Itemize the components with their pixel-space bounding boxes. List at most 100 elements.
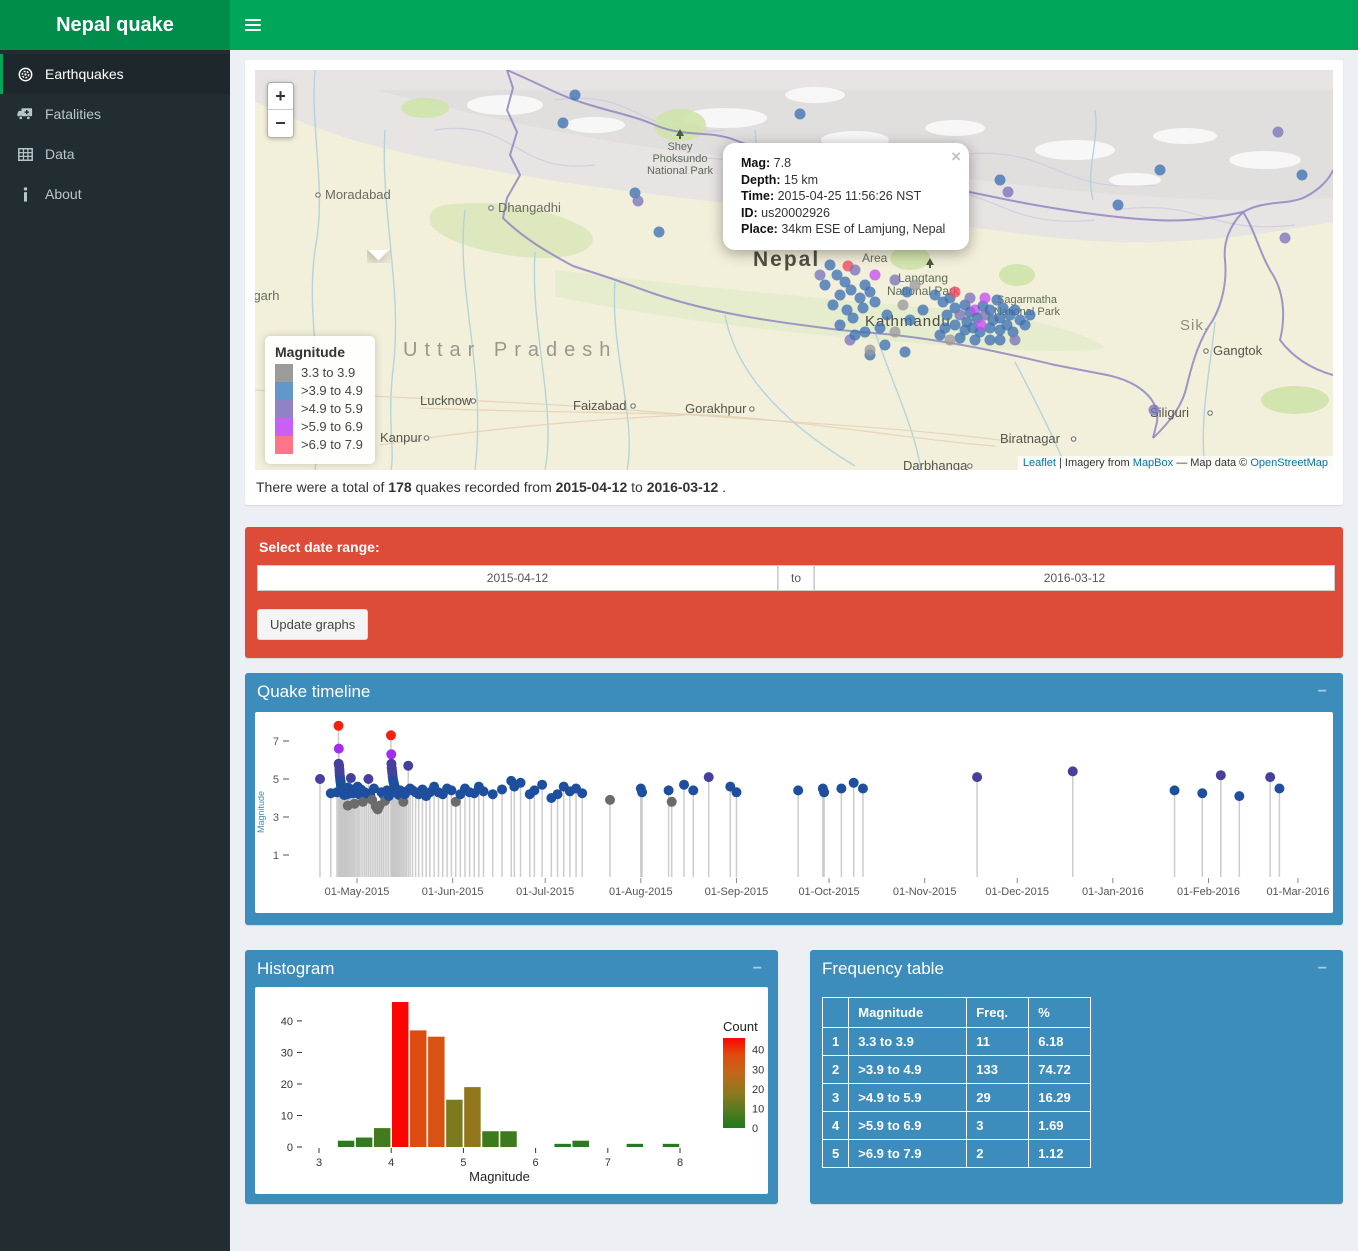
- map-label: Gangtok: [1213, 343, 1263, 358]
- quake-dot[interactable]: [850, 330, 861, 341]
- quake-dot[interactable]: [633, 196, 644, 207]
- quake-dot[interactable]: [995, 335, 1006, 346]
- quake-dot[interactable]: [850, 265, 861, 276]
- quake-dot[interactable]: [980, 293, 991, 304]
- magnitude-legend: Magnitude 3.3 to 3.9>3.9 to 4.9>4.9 to 5…: [265, 336, 375, 464]
- quake-dot[interactable]: [815, 270, 826, 281]
- quake-dot[interactable]: [995, 325, 1006, 336]
- quake-dot[interactable]: [918, 305, 929, 316]
- map-label: Phoksundo: [652, 153, 707, 165]
- quake-dot[interactable]: [820, 280, 831, 291]
- quake-dot[interactable]: [985, 335, 996, 346]
- map-panel: MoradabadDhangadhiAligarhSheyPhoksundoNa…: [245, 60, 1343, 505]
- quake-dot[interactable]: [865, 345, 876, 356]
- sidebar-item-about[interactable]: About: [0, 174, 230, 214]
- svg-text:30: 30: [281, 1047, 293, 1059]
- quake-dot[interactable]: [835, 290, 846, 301]
- quake-dot[interactable]: [1113, 200, 1124, 211]
- quake-dot[interactable]: [795, 109, 806, 120]
- quake-dot[interactable]: [1010, 305, 1021, 316]
- sidebar-item-data[interactable]: Data: [0, 134, 230, 174]
- quake-count-caption: There were a total of 178 quakes recorde…: [255, 479, 1333, 495]
- quake-dot[interactable]: [1020, 320, 1031, 331]
- svg-text:01-Jun-2015: 01-Jun-2015: [422, 886, 484, 898]
- end-date-input[interactable]: [814, 565, 1335, 591]
- quake-dot[interactable]: [882, 310, 893, 321]
- zoom-out-button[interactable]: −: [268, 110, 293, 137]
- quake-dot[interactable]: [570, 90, 581, 101]
- sidebar-toggle-icon[interactable]: [230, 0, 275, 50]
- sidebar-item-earthquakes[interactable]: Earthquakes: [0, 54, 230, 94]
- quake-dot[interactable]: [935, 330, 946, 341]
- quake-dot[interactable]: [955, 333, 966, 344]
- legend-swatch: [275, 436, 293, 454]
- attribution-link[interactable]: OpenStreetMap: [1250, 457, 1328, 469]
- timeline-collapse-icon[interactable]: −: [1314, 683, 1331, 701]
- quake-dot[interactable]: [870, 297, 881, 308]
- svg-text:0: 0: [287, 1142, 293, 1154]
- attribution-link[interactable]: Leaflet: [1023, 457, 1056, 469]
- sidebar-item-fatalities[interactable]: Fatalities: [0, 94, 230, 134]
- quake-dot[interactable]: [828, 300, 839, 311]
- quake-dot[interactable]: [985, 305, 996, 316]
- map-canvas[interactable]: MoradabadDhangadhiAligarhSheyPhoksundoNa…: [255, 70, 1333, 470]
- attribution-link[interactable]: MapBox: [1133, 457, 1173, 469]
- quake-dot[interactable]: [976, 320, 987, 331]
- quake-dot[interactable]: [558, 118, 569, 129]
- quake-dot[interactable]: [846, 285, 857, 296]
- app-logo[interactable]: Nepal quake: [0, 0, 230, 50]
- quake-dot[interactable]: [905, 315, 916, 326]
- quake-dot[interactable]: [995, 175, 1006, 186]
- quake-dot[interactable]: [880, 340, 891, 351]
- quake-dot[interactable]: [1010, 335, 1021, 346]
- magnitude-histogram-chart[interactable]: 010203040345678MagnitudeCount403020100: [255, 987, 768, 1189]
- svg-text:20: 20: [281, 1079, 293, 1091]
- update-graphs-button[interactable]: Update graphs: [257, 609, 368, 640]
- quake-dot[interactable]: [858, 303, 869, 314]
- quake-dot[interactable]: [1155, 165, 1166, 176]
- quake-dot[interactable]: [870, 270, 881, 281]
- quake-dot[interactable]: [875, 323, 886, 334]
- histogram-collapse-icon[interactable]: −: [749, 960, 766, 978]
- quake-dot[interactable]: [1273, 127, 1284, 138]
- quake-dot[interactable]: [1280, 233, 1291, 244]
- quake-dot[interactable]: [865, 287, 876, 298]
- svg-text:01-Oct-2015: 01-Oct-2015: [798, 886, 859, 898]
- quake-dot[interactable]: [965, 293, 976, 304]
- quake-dot[interactable]: [970, 335, 981, 346]
- leaflet-map[interactable]: MoradabadDhangadhiAligarhSheyPhoksundoNa…: [255, 70, 1333, 470]
- quake-dot[interactable]: [992, 295, 1003, 306]
- svg-text:01-Mar-2016: 01-Mar-2016: [1266, 886, 1329, 898]
- quake-dot[interactable]: [1149, 405, 1160, 416]
- quake-dot[interactable]: [890, 327, 901, 338]
- map-label: Moradabad: [325, 187, 391, 202]
- quake-dot[interactable]: [950, 320, 961, 331]
- quake-timeline-chart[interactable]: 1357Magnitude01-May-201501-Jun-201501-Ju…: [255, 712, 1333, 908]
- svg-text:01-May-2015: 01-May-2015: [325, 886, 390, 898]
- legend-swatch: [275, 382, 293, 400]
- quake-dot[interactable]: [900, 347, 911, 358]
- quake-dot[interactable]: [654, 227, 665, 238]
- quake-dot[interactable]: [1003, 187, 1014, 198]
- quake-dot[interactable]: [898, 300, 909, 311]
- quake-dot[interactable]: [942, 310, 953, 321]
- quake-dot[interactable]: [910, 280, 921, 291]
- quake-dot[interactable]: [1297, 170, 1308, 181]
- quake-dot[interactable]: [848, 313, 859, 324]
- quake-dot[interactable]: [945, 335, 956, 346]
- start-date-input[interactable]: [257, 565, 778, 591]
- map-label: Langtang: [898, 271, 948, 285]
- map-zoom-control: + −: [267, 82, 294, 138]
- quake-dot[interactable]: [950, 287, 961, 298]
- quake-dot[interactable]: [890, 275, 901, 286]
- svg-text:01-Jan-2016: 01-Jan-2016: [1082, 886, 1144, 898]
- quake-dot[interactable]: [860, 327, 871, 338]
- quake-dot[interactable]: [855, 293, 866, 304]
- frequency-collapse-icon[interactable]: −: [1314, 960, 1331, 978]
- quake-dot[interactable]: [825, 260, 836, 271]
- quake-dot[interactable]: [1025, 310, 1036, 321]
- freq-table-header: %: [1029, 998, 1091, 1028]
- popup-close-icon[interactable]: ×: [951, 147, 961, 167]
- zoom-in-button[interactable]: +: [268, 83, 293, 110]
- quake-dot[interactable]: [835, 320, 846, 331]
